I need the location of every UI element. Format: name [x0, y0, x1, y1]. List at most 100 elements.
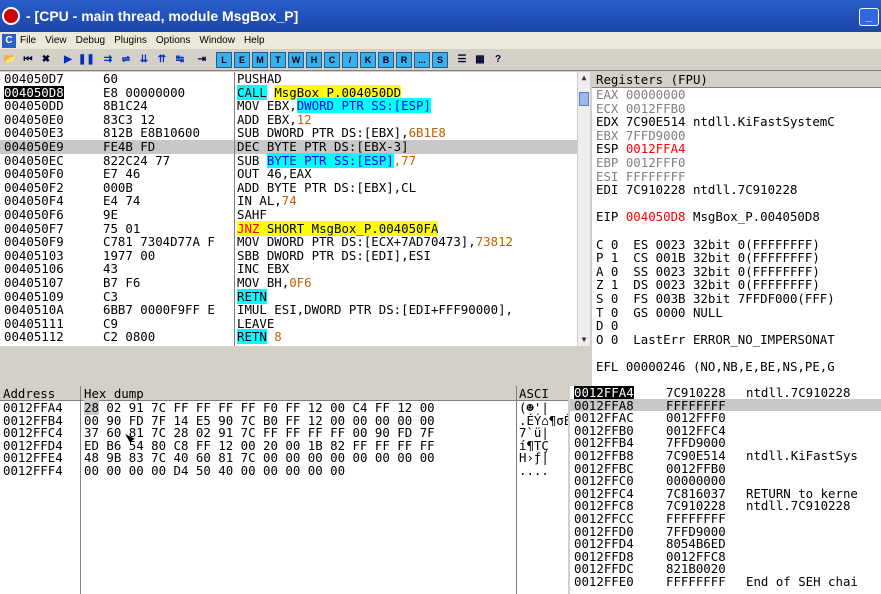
- register-line[interactable]: [592, 224, 881, 238]
- register-line[interactable]: EIP 004050D8 MsgBox_P.004050D8: [592, 210, 881, 224]
- pane-splitter[interactable]: [0, 346, 592, 386]
- disasm-row[interactable]: 004050F2 000B ADD BYTE PTR DS:[EBX],CL: [0, 181, 590, 195]
- register-line[interactable]: P 1 CS 001B 32bit 0(FFFFFFFF): [592, 251, 881, 265]
- close-icon[interactable]: ✖: [38, 52, 54, 68]
- stack-row[interactable]: 0012FFB8 7C90E514 ntdll.KiFastSys: [570, 449, 881, 462]
- app-icon[interactable]: [2, 7, 20, 25]
- register-line[interactable]: EBP 0012FFF0: [592, 156, 881, 170]
- disassembly-scrollbar[interactable]: ▲ ▼: [577, 72, 590, 346]
- register-line[interactable]: [592, 346, 881, 360]
- disasm-row[interactable]: 004050F9 C781 7304D77A F MOV DWORD PTR DS:…: [0, 235, 590, 249]
- dump-row[interactable]: 0012FFC4 37 60 81 7C 28 02 91 7C FF FF FF…: [0, 426, 568, 439]
- mdi-child-icon[interactable]: C: [2, 33, 16, 48]
- disasm-row[interactable]: 004050F6 9E SAHF: [0, 208, 590, 222]
- stack-pane[interactable]: 0012FFA4 7C910228 ntdll.7C910228 0012FFA8 FF…: [570, 386, 881, 594]
- stack-row[interactable]: 0012FFCC FFFFFFFF: [570, 512, 881, 525]
- execute-till-return-icon[interactable]: ↹: [172, 52, 188, 68]
- minimize-button[interactable]: _: [859, 8, 879, 26]
- trace-into-icon[interactable]: ⇊: [136, 52, 152, 68]
- disasm-row[interactable]: 004050F0 E7 46 OUT 46,EAX: [0, 167, 590, 181]
- modules-button[interactable]: E: [234, 51, 250, 68]
- disasm-row[interactable]: 004050E9 FE4B FD DEC BYTE PTR DS:[EBX-3]: [0, 140, 590, 154]
- disassembly-pane[interactable]: 004050D7 60 PUSHAD 004050D8 E8 00000000 CALL …: [0, 72, 590, 346]
- disasm-row[interactable]: 00405109 C3 RETN: [0, 288, 590, 304]
- disasm-row[interactable]: 0040510A 6BB7 0000F9FF E IMUL ESI,DWORD PT…: [0, 303, 590, 317]
- stack-row[interactable]: 0012FFAC 0012FFF0: [570, 411, 881, 424]
- memory-map-button[interactable]: M: [252, 51, 268, 68]
- register-line[interactable]: EAX 00000000: [592, 88, 881, 102]
- disasm-row[interactable]: 004050EC 822C24 77 SUB BYTE PTR SS:[ESP],7…: [0, 152, 590, 168]
- column-divider[interactable]: [234, 72, 235, 346]
- menu-plugins[interactable]: Plugins: [114, 35, 147, 46]
- breakpoints-button[interactable]: B: [378, 51, 394, 68]
- address-column-header[interactable]: Address: [3, 386, 55, 401]
- registers-pane[interactable]: Registers (FPU) EAX 00000000 ECX 0012FFB0…: [592, 72, 881, 388]
- open-icon[interactable]: 📂: [2, 52, 18, 68]
- register-line[interactable]: EDI 7C910228 ntdll.7C910228: [592, 183, 881, 197]
- hex-column-header[interactable]: Hex dump: [84, 386, 144, 401]
- scroll-up-icon[interactable]: ▲: [578, 72, 590, 84]
- register-line[interactable]: ESI FFFFFFFF: [592, 169, 881, 184]
- goto-icon[interactable]: ⇥: [194, 52, 210, 68]
- disasm-row[interactable]: 004050D8 E8 00000000 CALL MsgBox_P.004050D…: [0, 84, 590, 100]
- disasm-row[interactable]: 00405111 C9 LEAVE: [0, 317, 590, 331]
- pause-icon[interactable]: ❚❚: [78, 52, 95, 68]
- register-line[interactable]: S 0 FS 003B 32bit 7FFDF000(FFF): [592, 292, 881, 306]
- dump-row[interactable]: 0012FFF4 00 00 00 00 D4 50 40 00 00 00 00…: [0, 464, 568, 477]
- menu-help[interactable]: Help: [244, 35, 265, 46]
- rewind-icon[interactable]: ⏮: [20, 52, 36, 68]
- register-line[interactable]: T 0 GS 0000 NULL: [592, 305, 881, 320]
- scroll-down-icon[interactable]: ▼: [578, 334, 590, 346]
- dump-row[interactable]: 0012FFA4 28 02 91 7C FF FF FF FF F0 FF 12…: [0, 400, 568, 415]
- register-line[interactable]: D 0: [592, 319, 881, 333]
- log-window-button[interactable]: L: [216, 51, 232, 68]
- register-line[interactable]: EDX 7C90E514 ntdll.KiFastSystemC: [592, 115, 881, 129]
- register-line[interactable]: O 0 LastErr ERROR_NO_IMPERSONAT: [592, 333, 881, 347]
- run-trace-button[interactable]: ...: [414, 51, 430, 68]
- grid-icon[interactable]: ▦: [472, 52, 488, 68]
- register-line[interactable]: Z 1 DS 0023 32bit 0(FFFFFFFF): [592, 278, 881, 292]
- register-line[interactable]: ESP 0012FFA4: [592, 142, 881, 156]
- register-line[interactable]: ECX 0012FFB0: [592, 101, 881, 116]
- disasm-row[interactable]: 00405103 1977 00 SBB DWORD PTR DS:[EDI],ES…: [0, 249, 590, 263]
- ascii-column-header[interactable]: ASCI: [519, 386, 549, 401]
- disasm-row[interactable]: 004050E0 83C3 12 ADD EBX,12: [0, 112, 590, 127]
- handles-button[interactable]: H: [306, 51, 322, 68]
- cpu-button[interactable]: C: [324, 51, 340, 68]
- call-stack-button[interactable]: K: [360, 51, 376, 68]
- disasm-row[interactable]: 004050F7 75 01 JNZ SHORT MsgBox_P.004050FA: [0, 220, 590, 236]
- hex-dump-pane[interactable]: Address Hex dump ASCI 0012FFA4 28 02 91 7…: [0, 386, 568, 594]
- register-line[interactable]: [592, 197, 881, 211]
- menu-file[interactable]: File: [20, 35, 36, 46]
- menu-options[interactable]: Options: [156, 35, 190, 46]
- patches-button[interactable]: /: [342, 51, 358, 68]
- disasm-row[interactable]: 004050D7 60 PUSHAD: [0, 72, 590, 86]
- stack-row[interactable]: 0012FFC0 00000000: [570, 474, 881, 487]
- menu-debug[interactable]: Debug: [76, 35, 105, 46]
- stack-row[interactable]: 0012FFE0 FFFFFFFF End of SEH chai: [570, 575, 881, 588]
- run-icon[interactable]: ▶: [60, 52, 76, 68]
- register-line[interactable]: EBX 7FFD9000: [592, 129, 881, 143]
- disasm-row[interactable]: 00405112 C2 0800 RETN 8: [0, 329, 590, 345]
- source-button[interactable]: S: [432, 51, 448, 68]
- register-line[interactable]: A 0 SS 0023 32bit 0(FFFFFFFF): [592, 265, 881, 279]
- registers-header[interactable]: Registers (FPU): [592, 72, 881, 88]
- step-into-icon[interactable]: ⇉: [100, 52, 116, 68]
- stack-row[interactable]: 0012FFA4 7C910228 ntdll.7C910228: [570, 386, 881, 400]
- stack-row[interactable]: 0012FFD4 8054B6ED: [570, 537, 881, 550]
- disasm-row[interactable]: 004050F4 E4 74 IN AL,74: [0, 194, 590, 208]
- register-line[interactable]: C 0 ES 0023 32bit 0(FFFFFFFF): [592, 237, 881, 252]
- help-icon[interactable]: ?: [490, 52, 506, 68]
- register-line[interactable]: EFL 00000246 (NO,NB,E,BE,NS,PE,G: [592, 360, 881, 374]
- menu-window[interactable]: Window: [199, 35, 235, 46]
- windows-button[interactable]: W: [288, 51, 304, 68]
- trace-over-icon[interactable]: ⇈: [154, 52, 170, 68]
- disasm-row[interactable]: 004050E3 812B E8B10600 SUB DWORD PTR DS:[E…: [0, 126, 590, 140]
- disasm-row[interactable]: 00405107 B7 F6 MOV BH,0F6: [0, 276, 590, 290]
- references-button[interactable]: R: [396, 51, 412, 68]
- disasm-row[interactable]: 004050DD 8B1C24 MOV EBX,DWORD PTR SS:[ESP]: [0, 98, 590, 114]
- scroll-thumb[interactable]: [579, 92, 589, 106]
- list-icon[interactable]: ☰: [454, 52, 470, 68]
- threads-button[interactable]: T: [270, 51, 286, 68]
- menu-view[interactable]: View: [45, 35, 67, 46]
